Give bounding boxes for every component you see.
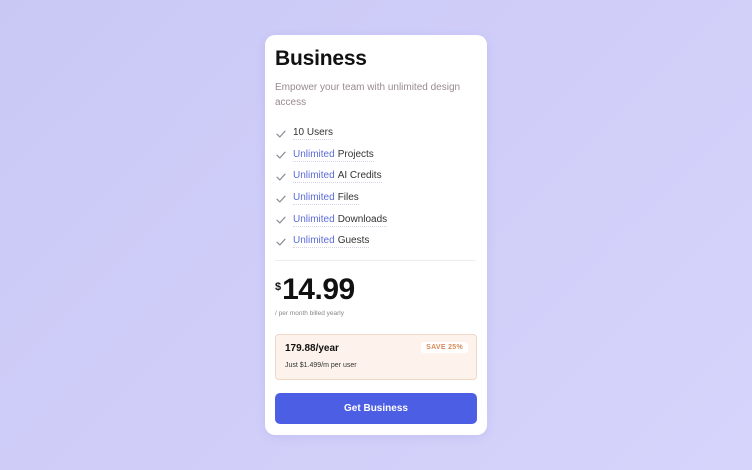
feature-text: Downloads bbox=[337, 213, 388, 225]
feature-label: 10 Users bbox=[293, 127, 334, 141]
feature-label: Unlimited Files bbox=[293, 192, 359, 206]
price-amount: 14.99 bbox=[282, 273, 355, 306]
check-icon bbox=[275, 214, 287, 226]
feature-item: Unlimited Projects bbox=[275, 145, 387, 167]
feature-label: Unlimited AI Credits bbox=[293, 170, 382, 184]
feature-text: AI Credits bbox=[337, 170, 382, 182]
feature-highlight: Unlimited bbox=[293, 170, 335, 182]
pricing-card: Business Empower your team with unlimite… bbox=[265, 35, 487, 435]
check-icon bbox=[275, 236, 287, 248]
price-currency: $ bbox=[275, 281, 282, 293]
yearly-offer-box: 179.88/year SAVE 25% Just $1.499/m per u… bbox=[275, 334, 477, 380]
check-icon bbox=[275, 149, 287, 161]
plan-title: Business bbox=[275, 47, 367, 70]
get-business-button[interactable]: Get Business bbox=[275, 393, 477, 424]
feature-text: Guests bbox=[337, 235, 370, 247]
feature-list: 10 Users Unlimited Projects Unlimited AI C… bbox=[275, 123, 388, 253]
billing-note: / per month billed yearly bbox=[275, 310, 345, 317]
price: $ 14.99 bbox=[275, 273, 355, 307]
feature-item: Unlimited Guests bbox=[275, 231, 387, 253]
feature-highlight: Unlimited bbox=[293, 192, 335, 204]
feature-highlight: Unlimited bbox=[293, 148, 335, 160]
feature-text: 10 Users bbox=[293, 127, 334, 139]
feature-item: Unlimited AI Credits bbox=[275, 166, 387, 188]
feature-highlight: Unlimited bbox=[293, 213, 335, 225]
feature-item: Unlimited Downloads bbox=[275, 209, 388, 231]
divider bbox=[275, 260, 476, 261]
plan-subtitle: Empower your team with unlimited design … bbox=[275, 82, 461, 108]
feature-text: Projects bbox=[337, 148, 374, 160]
feature-label: Unlimited Downloads bbox=[293, 213, 388, 227]
feature-label: Unlimited Projects bbox=[293, 149, 374, 162]
feature-item: Unlimited Files bbox=[275, 188, 387, 210]
feature-item: 10 Users bbox=[275, 123, 387, 145]
save-badge: SAVE 25% bbox=[421, 342, 468, 353]
feature-label: Unlimited Guests bbox=[293, 235, 370, 249]
feature-text: Files bbox=[337, 192, 359, 204]
yearly-price: 179.88/year bbox=[285, 343, 339, 354]
per-user-price: Just $1.499/m per user bbox=[285, 362, 357, 369]
feature-highlight: Unlimited bbox=[293, 235, 335, 247]
check-icon bbox=[275, 128, 287, 140]
check-icon bbox=[275, 193, 287, 205]
check-icon bbox=[275, 171, 287, 183]
